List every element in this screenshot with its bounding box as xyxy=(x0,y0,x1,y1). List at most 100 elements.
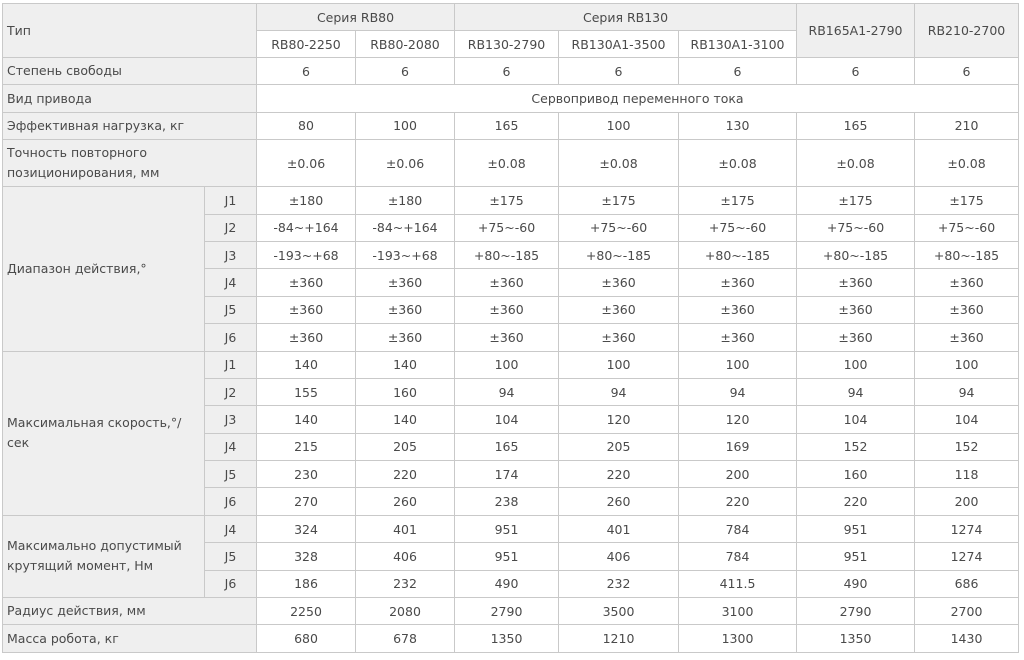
type-header: Тип xyxy=(2,3,257,58)
value-cell: 411.5 xyxy=(678,569,798,599)
value-cell: +80~-185 xyxy=(558,240,680,270)
value-cell: +75~-60 xyxy=(678,213,798,242)
value-cell: 210 xyxy=(914,111,1020,141)
value-cell: -84~+164 xyxy=(354,213,456,242)
value-cell: 6 xyxy=(914,56,1020,86)
value-cell: 120 xyxy=(558,405,680,434)
value-cell: 324 xyxy=(256,514,356,544)
joint-label: J6 xyxy=(204,323,257,352)
range-row: Диапазон действия,° J1 ±180 ±180 ±175 ±175 ±17… xyxy=(2,186,1020,352)
value-cell: 100 xyxy=(796,350,916,379)
value-cell: 140 xyxy=(256,405,356,434)
value-cell: +80~-185 xyxy=(796,240,916,270)
value-cell: 104 xyxy=(914,405,1020,434)
value-cell: 220 xyxy=(796,487,916,516)
value-cell: 2250 xyxy=(256,597,356,626)
value-cell: 100 xyxy=(678,350,798,379)
value-cell: 232 xyxy=(558,569,680,599)
value-cell: 401 xyxy=(354,514,456,544)
value-cell: ±360 xyxy=(678,268,798,297)
repeatability-label: Точность повторного позиционирования, мм xyxy=(2,139,257,188)
value-cell: 104 xyxy=(454,405,560,434)
joint-label: J1 xyxy=(204,350,257,379)
value-cell: ±360 xyxy=(256,268,356,297)
value-cell: 205 xyxy=(354,432,456,462)
value-cell: 1300 xyxy=(678,624,798,653)
value-cell: 200 xyxy=(678,460,798,489)
reach-row: Радиус действия, мм 2250 2080 2790 3500 3100 2… xyxy=(2,597,1020,626)
series-header-rb80: Серия RB80 xyxy=(255,3,456,31)
value-cell: 6 xyxy=(558,56,680,86)
mass-row: Масса робота, кг 680 678 1350 1210 1300 1350 14… xyxy=(2,624,1020,653)
value-cell: 152 xyxy=(796,432,916,462)
value-cell: 94 xyxy=(454,377,560,407)
value-cell: 220 xyxy=(354,460,456,489)
speed-group-label: Максимальная скорость,°/сек xyxy=(2,350,205,516)
value-cell: 205 xyxy=(558,432,680,462)
value-cell: 3100 xyxy=(678,597,798,626)
value-cell: +80~-185 xyxy=(914,240,1020,270)
value-cell: +75~-60 xyxy=(558,213,680,242)
value-cell: 1274 xyxy=(914,542,1020,571)
value-cell: ±360 xyxy=(914,323,1020,352)
value-cell: 6 xyxy=(454,56,560,86)
value-cell: -84~+164 xyxy=(256,213,356,242)
value-cell: ±175 xyxy=(914,186,1020,215)
value-cell: ±360 xyxy=(354,268,456,297)
header-row-series: Тип Серия RB80 Серия RB130 RB165A1-2790 … xyxy=(2,3,1020,58)
value-cell: 152 xyxy=(914,432,1020,462)
joint-label: J2 xyxy=(204,377,257,407)
value-cell: 165 xyxy=(454,432,560,462)
drive-row: Вид привода Сервопривод переменного тока xyxy=(2,84,1020,113)
value-cell: 118 xyxy=(914,460,1020,489)
value-cell: 6 xyxy=(678,56,798,86)
value-cell: 951 xyxy=(796,514,916,544)
dof-label: Степень свободы xyxy=(2,56,257,86)
value-cell: ±360 xyxy=(454,323,560,352)
torque-group-label: Максимально допустимый крутящий момент, … xyxy=(2,514,205,599)
value-cell: 951 xyxy=(796,542,916,571)
model-header: RB80-2080 xyxy=(354,30,456,58)
value-cell: 6 xyxy=(796,56,916,86)
value-cell: +80~-185 xyxy=(454,240,560,270)
value-cell: 100 xyxy=(558,111,680,141)
value-cell: ±175 xyxy=(454,186,560,215)
value-cell: ±0.08 xyxy=(558,139,680,188)
value-cell: ±360 xyxy=(914,295,1020,325)
joint-label: J3 xyxy=(204,240,257,270)
value-cell: 1430 xyxy=(914,624,1020,653)
value-cell: 686 xyxy=(914,569,1020,599)
value-cell: ±360 xyxy=(256,295,356,325)
joint-label: J2 xyxy=(204,213,257,242)
value-cell: 490 xyxy=(796,569,916,599)
value-cell: 784 xyxy=(678,514,798,544)
value-cell: 2080 xyxy=(354,597,456,626)
value-cell: ±360 xyxy=(354,295,456,325)
value-cell: ±180 xyxy=(354,186,456,215)
value-cell: 6 xyxy=(256,56,356,86)
reach-label: Радиус действия, мм xyxy=(2,597,257,626)
value-cell: 2700 xyxy=(914,597,1020,626)
value-cell: -193~+68 xyxy=(256,240,356,270)
joint-label: J3 xyxy=(204,405,257,434)
model-header-rb210: RB210-2700 xyxy=(914,3,1020,58)
value-cell: 260 xyxy=(354,487,456,516)
payload-label: Эффективная нагрузка, кг xyxy=(2,111,257,141)
value-cell: 94 xyxy=(558,377,680,407)
value-cell: 215 xyxy=(256,432,356,462)
value-cell: ±360 xyxy=(256,323,356,352)
joint-label: J5 xyxy=(204,295,257,325)
joint-label: J6 xyxy=(204,569,257,599)
joint-label: J4 xyxy=(204,432,257,462)
value-cell: 155 xyxy=(256,377,356,407)
value-cell: 1274 xyxy=(914,514,1020,544)
value-cell: 140 xyxy=(256,350,356,379)
value-cell: 270 xyxy=(256,487,356,516)
value-cell: 160 xyxy=(796,460,916,489)
value-cell: 104 xyxy=(796,405,916,434)
value-cell: 94 xyxy=(796,377,916,407)
value-cell: 1350 xyxy=(454,624,560,653)
value-cell: ±0.06 xyxy=(354,139,456,188)
value-cell: 406 xyxy=(558,542,680,571)
value-cell: ±360 xyxy=(678,323,798,352)
